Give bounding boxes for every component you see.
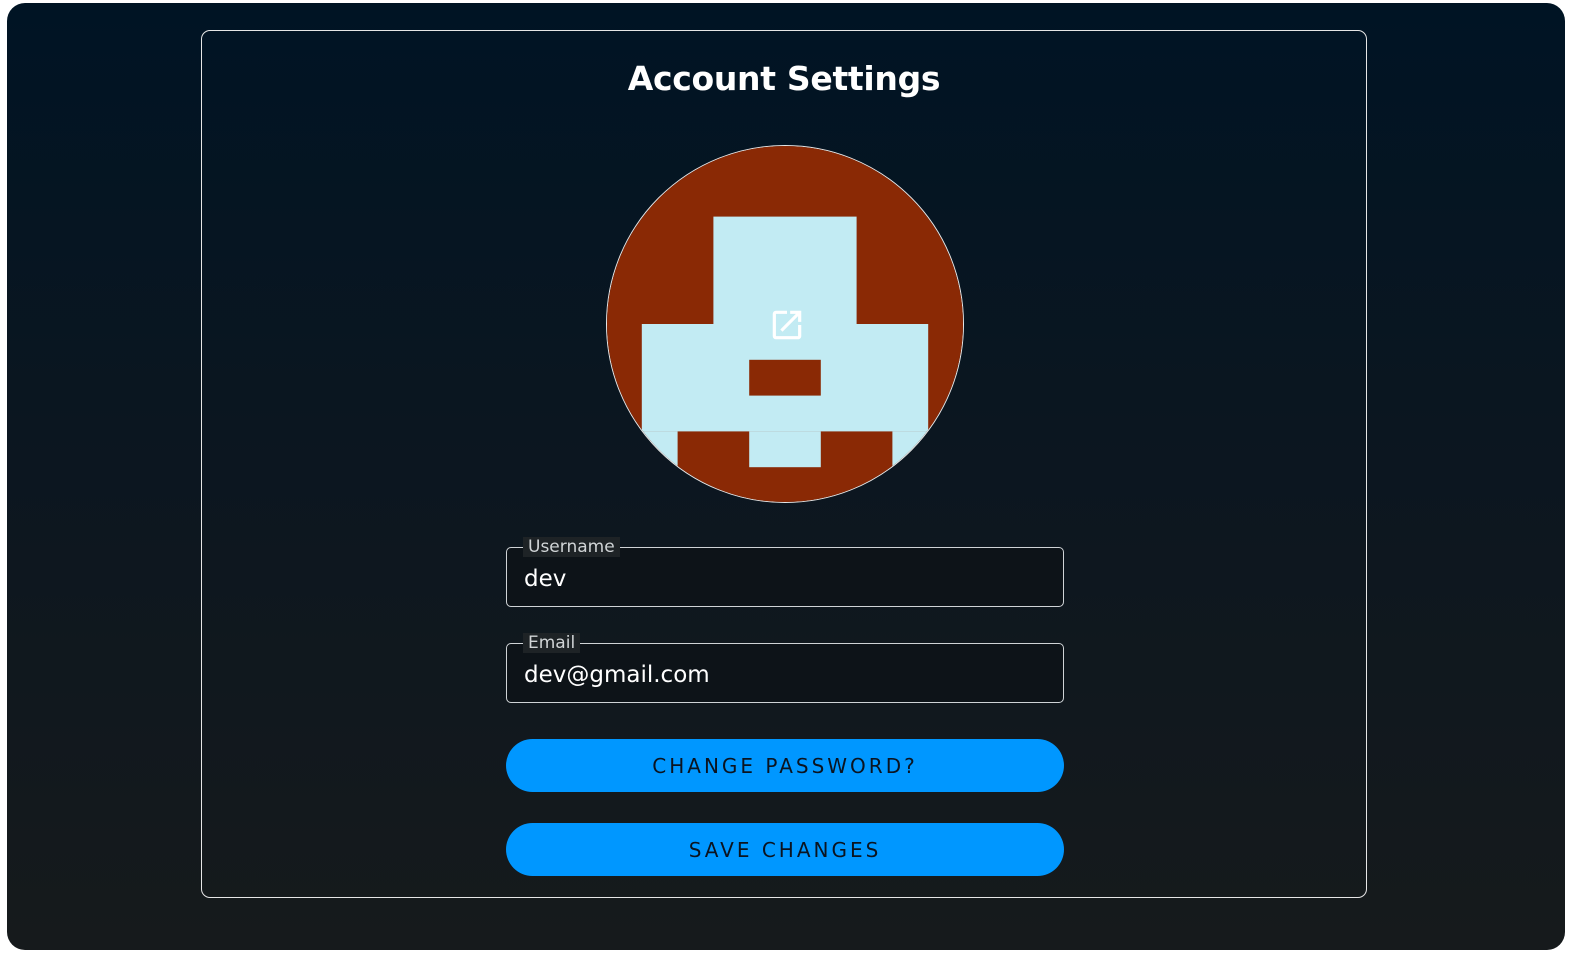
change-password-button[interactable]: CHANGE PASSWORD? xyxy=(506,739,1064,792)
email-field[interactable]: Email dev@gmail.com xyxy=(506,633,1064,703)
email-input[interactable]: dev@gmail.com xyxy=(524,661,710,689)
app-window: Account Settings Username dev Email dev@… xyxy=(7,3,1565,950)
username-label: Username xyxy=(523,537,620,557)
email-label: Email xyxy=(523,633,581,653)
username-field[interactable]: Username dev xyxy=(506,537,1064,607)
avatar-upload[interactable] xyxy=(606,145,964,503)
save-changes-button[interactable]: SAVE CHANGES xyxy=(506,823,1064,876)
account-settings-card: Account Settings Username dev Email dev@… xyxy=(201,30,1367,898)
page-title: Account Settings xyxy=(627,59,941,98)
username-input[interactable]: dev xyxy=(524,565,566,593)
open-in-new-icon[interactable] xyxy=(768,306,806,344)
